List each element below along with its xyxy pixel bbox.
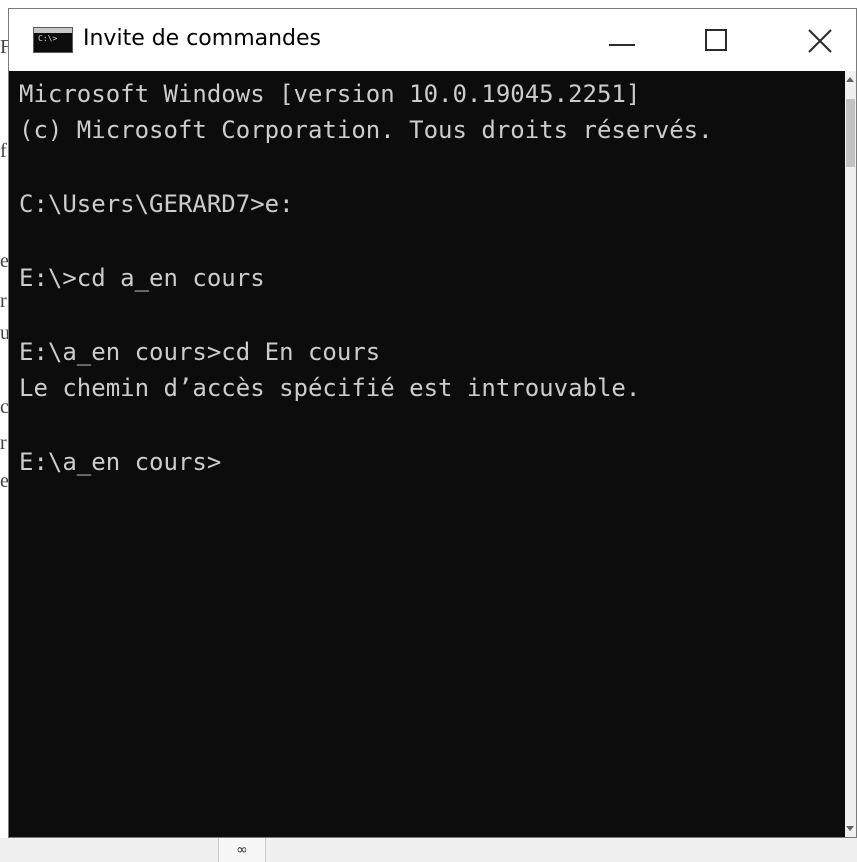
console-line: C:\Users\GERARD7>e: — [19, 190, 294, 218]
minimize-button[interactable] — [587, 17, 657, 65]
close-icon — [808, 29, 832, 53]
command-prompt-window: C:\> Invite de commandes Microsoft Windo… — [8, 8, 857, 838]
console-line: Microsoft Windows [version 10.0.19045.22… — [19, 80, 641, 108]
console-line: (c) Microsoft Corporation. Tous droits r… — [19, 116, 713, 144]
scroll-up-arrow-icon[interactable] — [846, 77, 854, 82]
window-title: Invite de commandes — [83, 26, 322, 51]
scroll-down-arrow-icon[interactable] — [846, 826, 854, 831]
minimize-icon — [609, 44, 635, 46]
title-bar[interactable]: C:\> Invite de commandes — [9, 9, 856, 71]
maximize-icon — [705, 29, 727, 51]
cmd-app-icon[interactable]: C:\> — [33, 27, 73, 53]
cmd-icon-prompt: C:\> — [38, 34, 58, 43]
console-line: E:\a_en cours>cd En cours — [19, 338, 381, 366]
close-button[interactable] — [785, 17, 855, 65]
console-prompt-line[interactable]: E:\a_en cours> — [19, 445, 221, 479]
scrollbar-thumb[interactable] — [846, 99, 855, 167]
vertical-scrollbar[interactable] — [845, 71, 856, 837]
console-line: E:\>cd a_en cours — [19, 264, 265, 292]
console-output[interactable]: Microsoft Windows [version 10.0.19045.22… — [9, 71, 845, 837]
cmd-icon-bar — [34, 28, 72, 33]
infinity-icon: ∞ — [218, 838, 266, 862]
maximize-button[interactable] — [681, 17, 751, 65]
background-taskbar-strip: ∞ — [0, 838, 857, 862]
console-line: Le chemin d’accès spécifié est introuvab… — [19, 374, 641, 402]
